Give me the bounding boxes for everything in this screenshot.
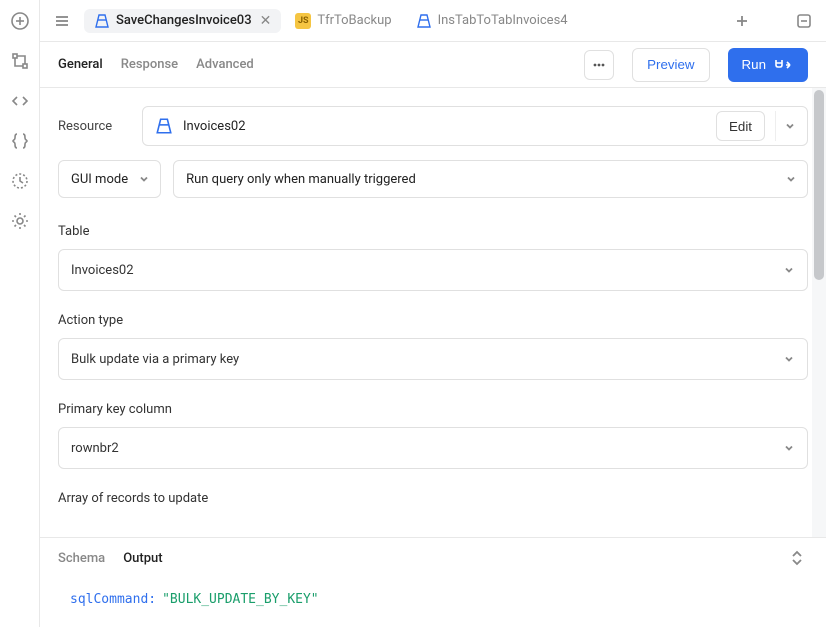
close-icon[interactable]: ✕ — [260, 13, 272, 29]
mode-selector[interactable]: GUI mode — [58, 160, 161, 198]
resource-dropdown-caret[interactable] — [775, 111, 803, 141]
chevron-down-icon — [783, 353, 795, 365]
add-tab-button[interactable] — [728, 7, 756, 35]
primary-key-selector[interactable]: rownbr2 — [58, 427, 808, 469]
js-icon: JS — [295, 13, 311, 29]
edit-resource-button[interactable]: Edit — [716, 111, 765, 141]
subtab-general[interactable]: General — [58, 57, 103, 72]
primary-key-value: rownbr2 — [71, 441, 783, 456]
tab-savechangesinvoice03[interactable]: SaveChangesInvoice03 ✕ — [84, 9, 281, 33]
tab-instabtotabinvoices4[interactable]: InsTabToTabInvoices4 — [406, 9, 578, 33]
scrollbar-thumb[interactable] — [814, 90, 824, 280]
vertical-scrollbar[interactable] — [812, 88, 826, 537]
db-icon — [155, 117, 173, 135]
trigger-selector[interactable]: Run query only when manually triggered — [173, 160, 808, 198]
db-icon — [94, 13, 110, 29]
tab-label: TfrToBackup — [317, 13, 391, 28]
output-tab-output[interactable]: Output — [123, 551, 162, 566]
mode-value: GUI mode — [71, 172, 128, 187]
query-editor-body: Resource Invoices02 Edit GUI m — [40, 88, 826, 537]
editor-tabs-row: SaveChangesInvoice03 ✕ JS TfrToBackup In… — [40, 0, 826, 42]
resource-label: Resource — [58, 119, 128, 134]
run-button-label: Run — [742, 57, 766, 72]
collapse-output-icon[interactable] — [786, 547, 808, 569]
minimize-panel-button[interactable] — [790, 7, 818, 35]
action-type-value: Bulk update via a primary key — [71, 352, 783, 367]
tab-label: SaveChangesInvoice03 — [116, 13, 252, 28]
run-button[interactable]: Run — [728, 48, 808, 82]
settings-icon[interactable] — [9, 210, 31, 232]
resource-name: Invoices02 — [183, 119, 706, 134]
query-subtabs: General Response Advanced Preview Run — [40, 42, 826, 88]
keyboard-shortcut-icon — [772, 58, 794, 72]
more-actions-button[interactable] — [584, 50, 614, 80]
main-panel: SaveChangesInvoice03 ✕ JS TfrToBackup In… — [40, 0, 826, 627]
tab-tfrtobackup[interactable]: JS TfrToBackup — [285, 9, 401, 33]
subtab-response[interactable]: Response — [121, 57, 178, 72]
action-type-label: Action type — [58, 313, 808, 328]
output-panel: Schema Output sqlCommand: "BULK_UPDATE_B… — [40, 537, 826, 627]
resource-selector[interactable]: Invoices02 Edit — [142, 106, 808, 146]
menu-icon[interactable] — [48, 7, 76, 35]
table-label: Table — [58, 224, 808, 239]
action-type-selector[interactable]: Bulk update via a primary key — [58, 338, 808, 380]
add-resource-icon[interactable] — [9, 10, 31, 32]
records-array-label: Array of records to update — [58, 491, 808, 506]
table-selector[interactable]: Invoices02 — [58, 249, 808, 291]
output-value: "BULK_UPDATE_BY_KEY" — [162, 592, 319, 607]
output-key: sqlCommand: — [70, 592, 156, 607]
chevron-down-icon — [138, 173, 150, 185]
preview-button[interactable]: Preview — [632, 48, 709, 82]
chevron-down-icon — [783, 442, 795, 454]
chevron-down-icon — [785, 173, 797, 185]
output-tab-schema[interactable]: Schema — [58, 551, 105, 566]
transform-icon[interactable] — [9, 50, 31, 72]
code-icon[interactable] — [9, 90, 31, 112]
trigger-value: Run query only when manually triggered — [186, 172, 775, 187]
subtab-advanced[interactable]: Advanced — [196, 57, 254, 72]
left-icon-rail — [0, 0, 40, 627]
db-icon — [416, 13, 432, 29]
braces-icon[interactable] — [9, 130, 31, 152]
primary-key-label: Primary key column — [58, 402, 808, 417]
table-value: Invoices02 — [71, 263, 783, 278]
clock-icon[interactable] — [9, 170, 31, 192]
chevron-down-icon — [783, 264, 795, 276]
output-content: sqlCommand: "BULK_UPDATE_BY_KEY" — [40, 578, 826, 627]
output-tabs: Schema Output — [40, 538, 826, 578]
tab-label: InsTabToTabInvoices4 — [438, 13, 568, 28]
